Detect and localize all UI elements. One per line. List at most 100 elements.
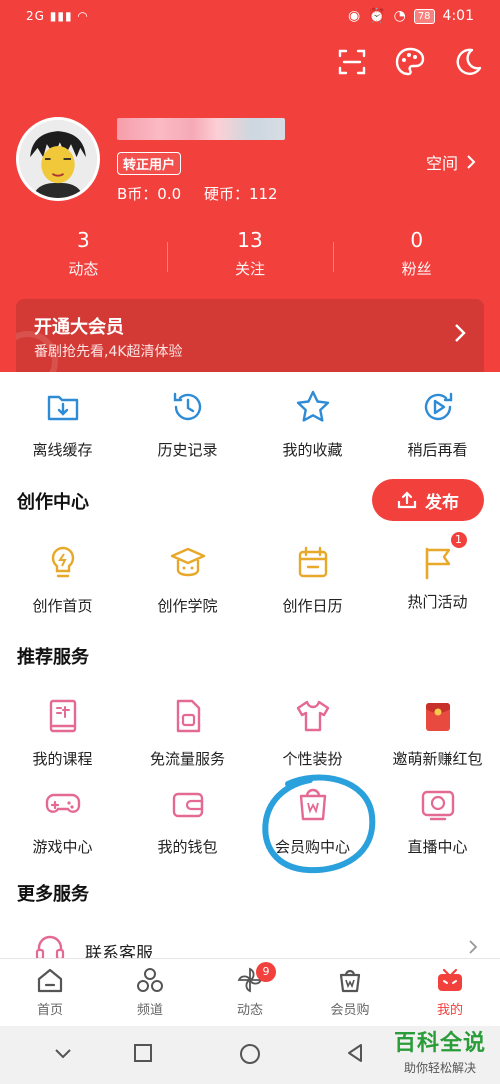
gamepad-icon xyxy=(45,793,80,813)
network-type: 2G xyxy=(26,9,45,23)
red-envelope-icon xyxy=(425,703,450,731)
status-bar: 2G ▮▮▮ ◠ ◉ ⏰ ◔ 78 4:01 xyxy=(0,0,500,36)
service-label: 游戏中心 xyxy=(32,838,93,856)
creation-academy[interactable]: 创作学院 xyxy=(125,544,250,616)
clock: 4:01 xyxy=(442,8,474,24)
stat-label: 动态 xyxy=(68,260,99,278)
history-clock-icon xyxy=(173,392,201,421)
nav-down-icon[interactable] xyxy=(52,1042,74,1064)
tv-face-icon xyxy=(438,968,462,991)
download-folder-icon xyxy=(47,395,78,421)
nav-recents-icon[interactable] xyxy=(132,1042,154,1064)
tab-member-shop[interactable]: 会员购 xyxy=(300,959,400,1026)
lightbulb-icon xyxy=(51,546,74,578)
notification-badge: 1 xyxy=(448,530,469,550)
creation-grid: 创作首页 创作学院 创作日历 1 热门活动 xyxy=(0,530,500,616)
service-game-center[interactable]: 游戏中心 xyxy=(0,785,125,857)
more-services-title: 更多服务 xyxy=(17,884,89,905)
chevron-right-icon xyxy=(467,155,476,169)
recommended-services-title: 推荐服务 xyxy=(17,647,89,668)
scan-icon[interactable] xyxy=(336,46,368,78)
quick-offline-cache[interactable]: 离线缓存 xyxy=(0,388,125,460)
stat-following[interactable]: 13 关注 xyxy=(166,228,334,288)
watermark-subtitle: 助你轻松解决 xyxy=(403,1061,476,1075)
space-link[interactable]: 空间 xyxy=(426,150,476,174)
quick-action-label: 历史记录 xyxy=(157,441,218,459)
service-free-data[interactable]: 免流量服务 xyxy=(125,697,250,769)
chevron-right-icon xyxy=(455,324,466,342)
space-label: 空间 xyxy=(425,154,458,173)
stat-value: 13 xyxy=(237,228,263,252)
recommended-row-2: 游戏中心 我的钱包 会员购中心 直播中心 xyxy=(0,785,500,857)
graduation-cap-icon xyxy=(170,547,205,577)
signal-indicator: 2G ▮▮▮ ◠ xyxy=(26,9,89,23)
quick-history[interactable]: 历史记录 xyxy=(125,388,250,460)
creation-label: 创作学院 xyxy=(157,597,218,615)
night-mode-icon[interactable] xyxy=(452,46,484,78)
creation-center-title: 创作中心 xyxy=(17,492,89,513)
tshirt-icon xyxy=(296,700,329,732)
recommended-row-1: 我的课程 免流量服务 个性装扮 邀萌新赚红包 xyxy=(0,697,500,769)
service-my-courses[interactable]: 我的课程 xyxy=(0,697,125,769)
quick-favorites[interactable]: 我的收藏 xyxy=(250,388,375,460)
tab-label: 频道 xyxy=(136,1003,163,1018)
notification-badge: 9 xyxy=(256,962,276,982)
flag-icon xyxy=(425,547,450,580)
publish-button[interactable]: 发布 xyxy=(372,479,484,521)
creation-calendar[interactable]: 创作日历 xyxy=(250,544,375,616)
bcoin-value: 0.0 xyxy=(157,185,182,203)
palette-icon[interactable] xyxy=(394,46,426,78)
nav-home-icon[interactable] xyxy=(238,1042,262,1066)
vip-banner[interactable]: 开通大会员 番剧抢先看,4K超清体验 xyxy=(16,299,484,372)
tab-label: 会员购 xyxy=(330,1003,370,1018)
stats-row: 3 动态 13 关注 0 粉丝 xyxy=(0,228,500,288)
stat-label: 关注 xyxy=(235,260,266,278)
service-label: 邀萌新赚红包 xyxy=(392,750,483,768)
creation-hot-events[interactable]: 1 热门活动 xyxy=(375,530,500,616)
service-invite-red-packet[interactable]: 邀萌新赚红包 xyxy=(375,697,500,769)
wallet-icon xyxy=(172,792,203,818)
calendar-icon xyxy=(298,546,327,578)
watermark-logo: 百科全说 助你轻松解决 xyxy=(394,1025,486,1076)
service-live-center[interactable]: 直播中心 xyxy=(375,785,500,857)
stat-followers[interactable]: 0 粉丝 xyxy=(333,228,500,288)
channel-icon xyxy=(137,968,163,992)
quick-watch-later[interactable]: 稍后再看 xyxy=(375,388,500,460)
star-icon xyxy=(296,390,329,422)
quick-action-label: 稍后再看 xyxy=(407,441,468,459)
service-label: 个性装扮 xyxy=(282,750,343,768)
coin-label: 硬币： xyxy=(203,185,249,203)
tab-mine[interactable]: 我的 xyxy=(400,959,500,1026)
vip-subtitle: 番剧抢先看,4K超清体验 xyxy=(34,344,183,360)
course-book-icon xyxy=(49,699,76,733)
bottom-tab-bar: 首页 频道 9 动态 会员购 我的 xyxy=(0,958,500,1026)
service-label: 我的课程 xyxy=(32,750,93,768)
creation-label: 创作首页 xyxy=(32,597,93,615)
service-dress-up[interactable]: 个性装扮 xyxy=(250,697,375,769)
home-icon xyxy=(37,968,63,993)
stat-dynamics[interactable]: 3 动态 xyxy=(0,228,167,288)
watermark-title: 百科全说 xyxy=(393,1031,486,1056)
quick-action-label: 离线缓存 xyxy=(32,441,93,459)
eye-icon: ◉ xyxy=(347,8,361,24)
status-right: ◉ ⏰ ◔ 78 4:01 xyxy=(348,8,474,24)
avatar-image xyxy=(19,120,97,198)
service-label: 免流量服务 xyxy=(149,750,225,768)
quick-actions: 离线缓存 历史记录 我的收藏 稍后再看 xyxy=(0,388,500,460)
profile-header: 2G ▮▮▮ ◠ ◉ ⏰ ◔ 78 4:01 转正用户 B币：0.0 硬币：11… xyxy=(0,0,500,372)
nav-back-icon[interactable] xyxy=(344,1042,366,1064)
service-wallet[interactable]: 我的钱包 xyxy=(125,785,250,857)
creation-home[interactable]: 创作首页 xyxy=(0,544,125,616)
upload-icon xyxy=(397,491,417,509)
tab-dynamics[interactable]: 9 动态 xyxy=(200,959,300,1026)
coin-value: 112 xyxy=(248,185,278,203)
wifi-icon: ◠ xyxy=(77,9,89,23)
tab-channel[interactable]: 频道 xyxy=(100,959,200,1026)
avatar[interactable] xyxy=(16,117,100,201)
user-level-badge: 转正用户 xyxy=(117,152,182,175)
live-tv-icon xyxy=(421,790,454,821)
header-actions xyxy=(336,46,484,78)
tab-home[interactable]: 首页 xyxy=(0,959,100,1026)
flag-icon-wrap: 1 xyxy=(419,530,469,582)
tab-label: 首页 xyxy=(36,1003,63,1018)
